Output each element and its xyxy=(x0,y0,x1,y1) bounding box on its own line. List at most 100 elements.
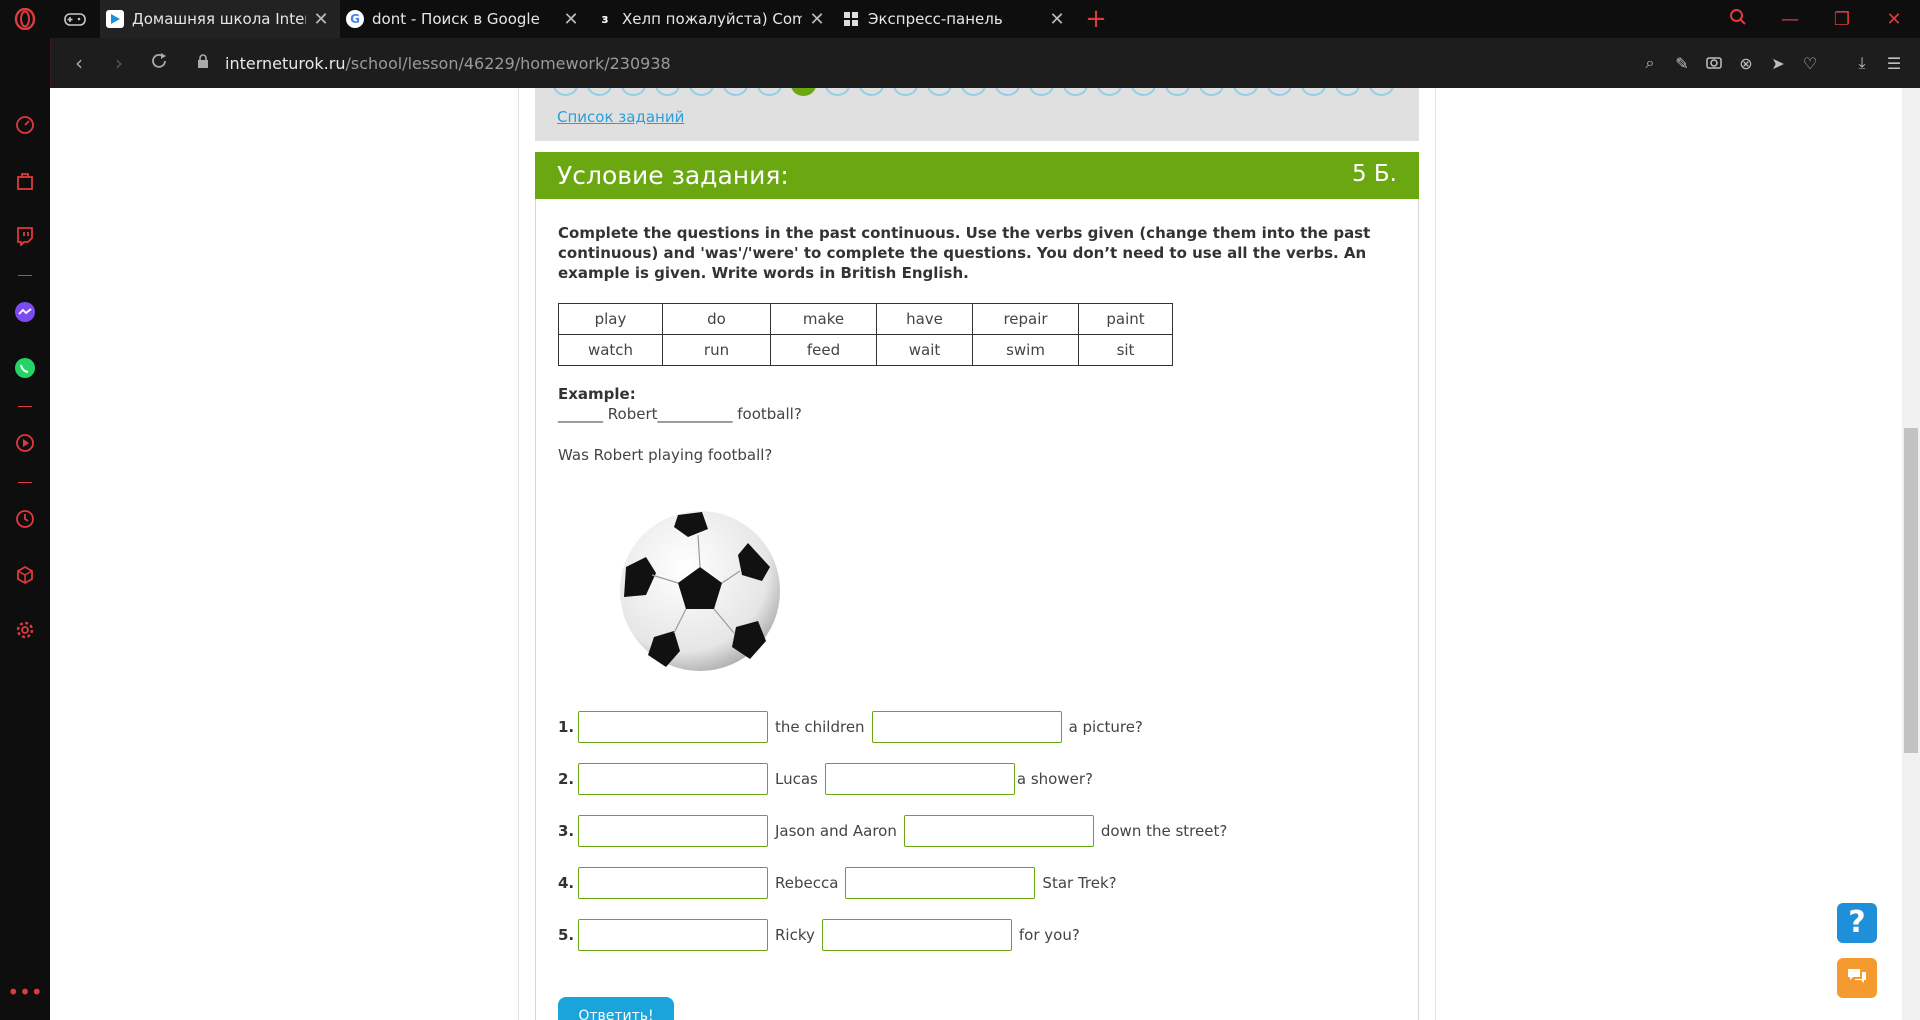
close-window-icon[interactable]: ✕ xyxy=(1868,9,1920,30)
question-text-end: a shower? xyxy=(1016,770,1093,788)
condition-title: Условие задания: xyxy=(557,161,789,190)
shopping-bag-icon[interactable] xyxy=(13,169,37,193)
share-edit-icon[interactable]: ✎ xyxy=(1666,54,1698,73)
page-scrollbar[interactable] xyxy=(1902,88,1920,1020)
answer-input-3b[interactable] xyxy=(903,815,1094,847)
task-circle[interactable] xyxy=(1267,88,1292,96)
task-circle[interactable] xyxy=(655,88,680,96)
answer-input-3a[interactable] xyxy=(578,815,768,847)
tab-znanija[interactable]: з Хелп пожалуйста) Complete ✕ xyxy=(590,0,836,38)
back-arrow-icon[interactable]: ‹ xyxy=(59,51,99,75)
task-circle[interactable] xyxy=(1131,88,1156,96)
player-icon[interactable] xyxy=(13,431,37,455)
answer-input-1b[interactable] xyxy=(871,711,1062,743)
adblock-icon[interactable]: ⊗ xyxy=(1730,54,1762,73)
tab-google[interactable]: G dont - Поиск в Google ✕ xyxy=(340,0,590,38)
help-button[interactable]: ? xyxy=(1837,903,1877,943)
task-circle[interactable] xyxy=(1369,88,1394,96)
tab-interneturok[interactable]: Домашняя школа Interneturok ✕ xyxy=(100,0,340,38)
tab-speed-dial[interactable]: Экспресс-панель ✕ xyxy=(836,0,1076,38)
answer-input-4a[interactable] xyxy=(578,867,768,899)
download-icon[interactable]: ⤓ xyxy=(1846,53,1878,73)
task-content: Complete the questions in the past conti… xyxy=(535,199,1419,1020)
question-text-end: Star Trek? xyxy=(1042,874,1117,892)
send-arrow-icon[interactable]: ➤ xyxy=(1762,54,1794,73)
task-circle[interactable] xyxy=(1233,88,1258,96)
new-tab-plus-icon[interactable]: + xyxy=(1076,4,1116,34)
task-circle[interactable] xyxy=(825,88,850,96)
task-circle[interactable] xyxy=(1097,88,1122,96)
minimize-icon[interactable]: — xyxy=(1764,9,1816,30)
twitch-icon[interactable] xyxy=(13,224,37,248)
restore-icon[interactable]: ❐ xyxy=(1816,9,1868,30)
example-label: Example: xyxy=(558,385,636,403)
task-circle[interactable] xyxy=(757,88,782,96)
camera-snapshot-icon[interactable] xyxy=(1698,54,1730,73)
more-dots-icon[interactable]: ••• xyxy=(7,980,42,1004)
speedometer-icon[interactable] xyxy=(13,113,37,137)
question-text: Rebecca xyxy=(775,874,839,892)
task-circle[interactable] xyxy=(1165,88,1190,96)
task-circle[interactable] xyxy=(723,88,748,96)
answer-input-2b[interactable] xyxy=(824,763,1015,795)
task-circle[interactable] xyxy=(893,88,918,96)
tab-close-icon[interactable]: ✕ xyxy=(808,9,826,30)
task-list-link[interactable]: Список заданий xyxy=(557,108,684,126)
chat-bubble-icon xyxy=(1846,967,1868,989)
sidebar-separator xyxy=(18,275,32,276)
question-2: 2. Lucas a shower? xyxy=(558,763,1100,795)
task-circle[interactable] xyxy=(587,88,612,96)
task-circle[interactable] xyxy=(553,88,578,96)
task-circle[interactable] xyxy=(689,88,714,96)
answer-input-1a[interactable] xyxy=(578,711,768,743)
table-cell: sit xyxy=(1078,334,1173,366)
task-circle[interactable] xyxy=(621,88,646,96)
gamepad-icon[interactable] xyxy=(50,0,100,38)
question-text: Lucas xyxy=(775,770,818,788)
opera-logo-icon[interactable] xyxy=(0,0,50,38)
task-circle[interactable] xyxy=(927,88,952,96)
tab-close-icon[interactable]: ✕ xyxy=(312,9,330,30)
messenger-icon[interactable] xyxy=(13,300,37,324)
task-circle[interactable] xyxy=(859,88,884,96)
scrollbar-thumb[interactable] xyxy=(1904,428,1918,753)
play-icon xyxy=(106,10,124,28)
history-clock-icon[interactable] xyxy=(13,507,37,531)
search-tabs-icon[interactable] xyxy=(1712,8,1764,31)
task-instructions: Complete the questions in the past conti… xyxy=(558,224,1371,282)
heart-icon[interactable]: ♡ xyxy=(1794,54,1826,73)
forward-arrow-icon[interactable]: › xyxy=(99,51,139,75)
task-circle[interactable] xyxy=(1063,88,1088,96)
answer-input-5a[interactable] xyxy=(578,919,768,951)
tab-bar: Домашняя школа Interneturok ✕ G dont - П… xyxy=(0,0,1920,38)
homework-container: Список заданий Условие задания: 5 Б. Com… xyxy=(518,88,1436,1020)
whatsapp-icon[interactable] xyxy=(13,356,37,380)
task-circle[interactable] xyxy=(1029,88,1054,96)
task-circle[interactable] xyxy=(995,88,1020,96)
tab-close-icon[interactable]: ✕ xyxy=(562,9,580,30)
answer-input-4b[interactable] xyxy=(845,867,1036,899)
question-text-end: a picture? xyxy=(1068,718,1143,736)
chat-button[interactable] xyxy=(1837,958,1877,998)
reload-icon[interactable] xyxy=(139,51,179,75)
table-cell: paint xyxy=(1078,303,1173,335)
lens-search-icon[interactable]: ⌕ xyxy=(1634,53,1666,73)
task-circle[interactable] xyxy=(1335,88,1360,96)
task-circle-current[interactable] xyxy=(791,88,816,96)
answer-input-2a[interactable] xyxy=(578,763,768,795)
easy-setup-icon[interactable]: ☰ xyxy=(1878,54,1910,73)
task-navigator: Список заданий xyxy=(535,88,1419,141)
settings-gear-icon[interactable] xyxy=(13,618,37,642)
task-circle[interactable] xyxy=(1301,88,1326,96)
extensions-cube-icon[interactable] xyxy=(13,563,37,587)
submit-answer-button[interactable]: Ответить! xyxy=(558,997,674,1020)
task-circle[interactable] xyxy=(1199,88,1224,96)
tab-close-icon[interactable]: ✕ xyxy=(1048,9,1066,30)
question-5: 5. Ricky for you? xyxy=(558,919,1087,951)
google-icon: G xyxy=(346,10,364,28)
url-field[interactable]: interneturok.ru/school/lesson/46229/home… xyxy=(225,54,671,73)
task-circle[interactable] xyxy=(961,88,986,96)
answer-input-5b[interactable] xyxy=(821,919,1012,951)
table-row: watch run feed wait swim sit xyxy=(558,334,1173,366)
grid-icon xyxy=(842,10,860,28)
